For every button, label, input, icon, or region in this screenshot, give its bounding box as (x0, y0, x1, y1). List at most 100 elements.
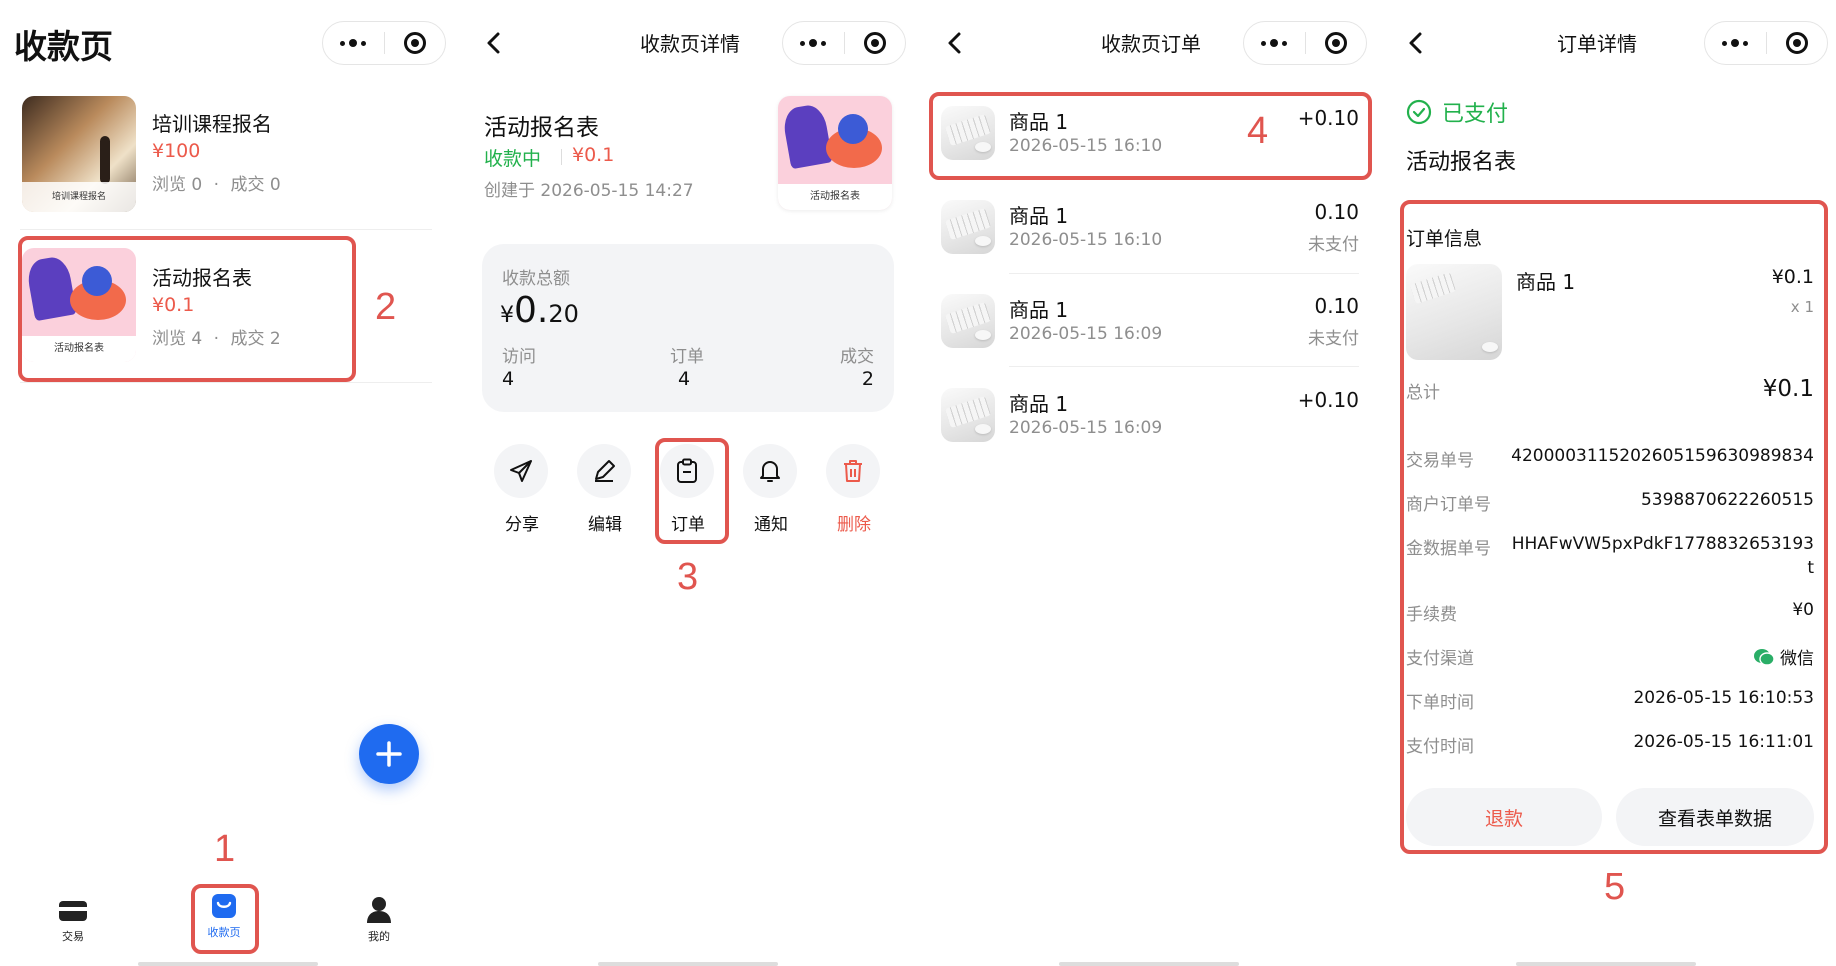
panel-order-detail: 订单详情 已支付 活动报名表 订单信息 商品 1 ¥0.1 x 1 总计 ¥0.… (1382, 0, 1836, 966)
product-thumbnail (941, 200, 995, 254)
panel-page-orders: 收款页订单 商品 1 2026-05-15 16:10 +0.10 4 商品 1… (921, 0, 1381, 966)
tab-label: 我的 (368, 930, 390, 943)
divider (1009, 366, 1359, 367)
stat-value-visits: 4 (502, 368, 515, 390)
back-icon[interactable] (939, 26, 971, 60)
order-row[interactable]: 商品 1 2026-05-15 16:09 +0.10 (941, 380, 1359, 464)
order-row[interactable]: 商品 1 2026-05-15 16:09 0.10 未支付 (941, 286, 1359, 370)
card-icon (59, 901, 87, 921)
send-icon (510, 460, 532, 482)
page-name: 活动报名表 (1406, 150, 1517, 175)
more-icon[interactable] (1705, 39, 1766, 47)
page-price: ¥0.1 (572, 144, 615, 166)
more-icon[interactable] (783, 39, 844, 47)
summary-card: 收款总额 ¥0.20 访问 4 订单 4 成交 2 (482, 244, 894, 412)
back-icon[interactable] (478, 26, 510, 60)
page-thumbnail: 活动报名表 (778, 96, 892, 210)
order-time: 2026-05-15 16:09 (1009, 418, 1163, 438)
annotation-label: 5 (1604, 866, 1626, 908)
annotation-label: 1 (214, 828, 236, 870)
more-icon[interactable] (323, 39, 384, 47)
stat-label-orders: 订单 (670, 347, 704, 367)
divider (20, 229, 432, 230)
item-title: 培训课程报名 (152, 112, 272, 136)
page-name: 活动报名表 (484, 115, 599, 141)
home-indicator (598, 962, 778, 966)
product-thumbnail (941, 294, 995, 348)
annotation-label: 3 (677, 556, 699, 598)
annotation-box (1400, 200, 1828, 854)
home-indicator (138, 962, 318, 966)
stats-dot: · (213, 175, 220, 195)
total-amount: ¥0.20 (500, 290, 579, 331)
annotation-box (191, 884, 259, 954)
order-amount: +0.10 (1297, 388, 1359, 412)
currency-symbol: ¥ (500, 303, 514, 328)
check-circle-icon (1406, 99, 1432, 125)
close-mini-program-icon[interactable] (1767, 32, 1828, 54)
mini-program-capsule (322, 21, 446, 65)
action-label: 删除 (837, 515, 871, 535)
annotation-box (929, 92, 1372, 180)
mini-program-capsule (1243, 21, 1367, 65)
close-mini-program-icon[interactable] (385, 32, 446, 54)
nav-title: 订单详情 (1557, 32, 1637, 56)
annotation-box (18, 236, 356, 382)
stat-label-visits: 访问 (502, 347, 536, 367)
mini-program-capsule (782, 21, 906, 65)
product-thumbnail (941, 388, 995, 442)
order-time: 2026-05-15 16:10 (1009, 230, 1163, 250)
tab-trade[interactable]: 交易 (36, 900, 110, 944)
action-label: 分享 (505, 515, 539, 535)
pencil-icon (595, 460, 615, 482)
divider (1009, 273, 1359, 274)
order-amount: 0.10 (1314, 200, 1359, 224)
close-mini-program-icon[interactable] (1306, 32, 1367, 54)
annotation-box (655, 438, 729, 544)
created-time: 创建于 2026-05-15 14:27 (484, 181, 694, 201)
item-stats: 浏览 0 · 成交 0 (152, 170, 281, 195)
trash-icon (844, 460, 862, 482)
summary-label: 收款总额 (502, 269, 570, 289)
page-title: 收款页 (14, 27, 113, 66)
delete-button[interactable]: 删除 (826, 444, 882, 535)
order-status: 未支付 (1308, 235, 1359, 255)
divider (561, 149, 562, 165)
list-item[interactable]: 培训课程报名 培训课程报名 ¥100 浏览 0 · 成交 0 (20, 92, 432, 216)
order-row[interactable]: 商品 1 2026-05-15 16:10 0.10 未支付 (941, 192, 1359, 276)
thumbnail-caption: 活动报名表 (810, 191, 860, 202)
action-label: 通知 (754, 515, 788, 535)
nav-title: 收款页详情 (640, 32, 740, 56)
stat-value-deals: 2 (861, 368, 874, 390)
more-icon[interactable] (1244, 39, 1305, 47)
notify-button[interactable]: 通知 (743, 444, 799, 535)
action-label: 编辑 (588, 515, 622, 535)
panel-payment-page-detail: 收款页详情 活动报名表 收款中 ¥0.1 创建于 2026-05-15 14:2… (460, 0, 920, 966)
views-count: 浏览 0 (152, 175, 203, 195)
bell-icon (760, 461, 780, 482)
annotation-label: 2 (375, 286, 397, 328)
amount-decimal: 20 (548, 300, 579, 328)
tab-mine[interactable]: 我的 (342, 896, 416, 944)
back-icon[interactable] (1400, 26, 1432, 60)
share-button[interactable]: 分享 (494, 444, 550, 535)
order-time: 2026-05-15 16:09 (1009, 324, 1163, 344)
home-indicator (1516, 962, 1696, 966)
plus-icon (376, 741, 402, 767)
tab-label: 交易 (62, 930, 84, 943)
order-product-name: 商品 1 (1009, 204, 1069, 228)
edit-button[interactable]: 编辑 (577, 444, 633, 535)
order-product-name: 商品 1 (1009, 298, 1069, 322)
nav-title: 收款页订单 (1101, 32, 1201, 56)
thumbnail-caption: 培训课程报名 (51, 192, 106, 202)
mini-program-capsule (1704, 21, 1828, 65)
add-payment-page-button[interactable] (359, 724, 419, 784)
close-mini-program-icon[interactable] (845, 32, 906, 54)
order-status: 未支付 (1308, 329, 1359, 349)
item-price: ¥100 (152, 140, 201, 162)
annotation-label: 4 (1247, 110, 1269, 152)
order-product-name: 商品 1 (1009, 392, 1069, 416)
person-icon (367, 897, 391, 923)
payment-status: 已支付 (1406, 96, 1508, 128)
amount-integer: 0. (514, 290, 549, 331)
